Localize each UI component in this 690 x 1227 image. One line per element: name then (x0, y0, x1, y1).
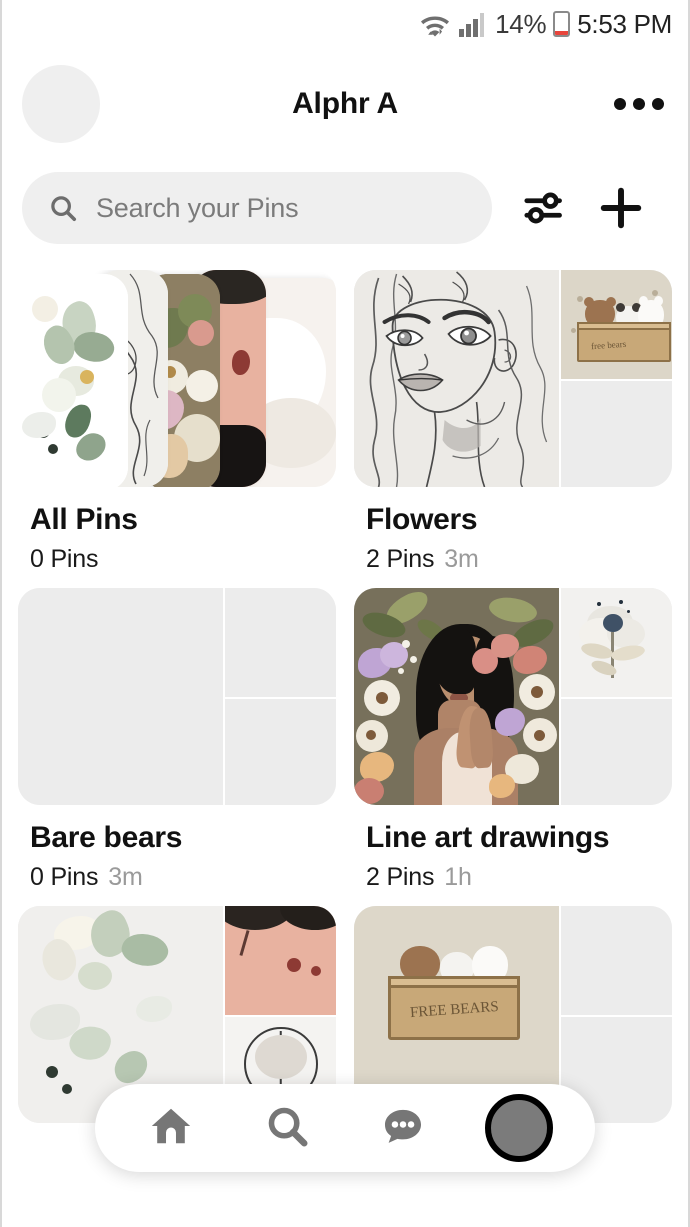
board-pin-count: 0 Pins (30, 863, 99, 891)
nav-home-button[interactable] (134, 1091, 208, 1165)
bottom-navigation-bar (95, 1084, 595, 1172)
battery-low-icon (553, 11, 571, 37)
search-placeholder: Search your Pins (96, 192, 299, 223)
board-cover-thumb-empty (561, 906, 672, 1015)
board-title: Bare bears (30, 821, 183, 854)
board-cover-main-image (354, 588, 560, 805)
nav-profile-button[interactable] (482, 1091, 556, 1165)
board-cover-main-empty (18, 588, 224, 805)
board-cover-side (559, 906, 672, 1123)
profile-avatar-icon (485, 1094, 553, 1162)
board-meta: 2 Pins 3m (366, 545, 672, 574)
chat-bubble-icon (380, 1103, 426, 1154)
board-cover-thumb-empty (225, 588, 336, 697)
board-card[interactable]: free bears Flowers 2 Pins 3m (354, 270, 672, 574)
search-icon (48, 193, 78, 223)
board-cover-main-image (354, 270, 560, 487)
board-timestamp: 1h (444, 863, 472, 891)
boards-grid: All Pins 0 Pins free bears Flowers 2 Pin… (0, 256, 690, 1168)
board-card[interactable]: All Pins 0 Pins (18, 270, 336, 574)
board-title: All Pins (30, 503, 138, 536)
board-pin-count: 2 Pins (366, 863, 435, 891)
board-pin-count: 0 Pins (30, 545, 99, 573)
status-bar: 14% 5:53 PM (0, 0, 690, 48)
app-header: Alphr A (0, 48, 690, 160)
fanned-collage (18, 270, 336, 487)
board-card[interactable]: Line art drawings 2 Pins 1h (354, 588, 672, 892)
board-cover-thumb-empty (225, 696, 336, 805)
plus-icon[interactable] (584, 185, 658, 231)
board-cover-thumb (561, 588, 672, 697)
board-timestamp: 3m (108, 863, 143, 891)
profile-avatar[interactable] (22, 65, 100, 143)
board-cover-thumb: free bears (561, 270, 672, 379)
board-cover-thumb-empty (561, 696, 672, 805)
board-cover[interactable] (354, 588, 672, 805)
clock-label: 5:53 PM (577, 8, 672, 39)
board-title: Line art drawings (366, 821, 610, 854)
board-meta: 0 Pins (30, 545, 336, 574)
board-cover[interactable] (18, 270, 336, 487)
board-cover[interactable]: free bears (354, 270, 672, 487)
nav-messages-button[interactable] (366, 1091, 440, 1165)
board-meta: 2 Pins 1h (366, 863, 672, 892)
search-row: Search your Pins (0, 160, 690, 256)
board-cover-thumb (225, 906, 336, 1015)
search-icon (264, 1103, 310, 1154)
wifi-icon (419, 11, 451, 37)
cellular-signal-icon (458, 11, 488, 37)
battery-percent-label: 14% (495, 8, 547, 39)
more-options-icon[interactable] (610, 88, 668, 120)
board-timestamp: 3m (444, 545, 479, 573)
nav-search-button[interactable] (250, 1091, 324, 1165)
board-cover-side (223, 588, 336, 805)
search-input[interactable]: Search your Pins (22, 172, 492, 244)
board-card[interactable]: Bare bears 0 Pins 3m (18, 588, 336, 892)
board-cover-side (559, 588, 672, 805)
filter-sliders-icon[interactable] (506, 188, 584, 228)
board-cover-thumb-empty (561, 378, 672, 487)
board-cover-side: free bears (559, 270, 672, 487)
board-pin-count: 2 Pins (366, 545, 435, 573)
board-title: Flowers (366, 503, 478, 536)
board-cover[interactable] (18, 588, 336, 805)
home-icon (148, 1103, 194, 1154)
page-title: Alphr A (292, 87, 398, 120)
board-meta: 0 Pins 3m (30, 863, 336, 892)
